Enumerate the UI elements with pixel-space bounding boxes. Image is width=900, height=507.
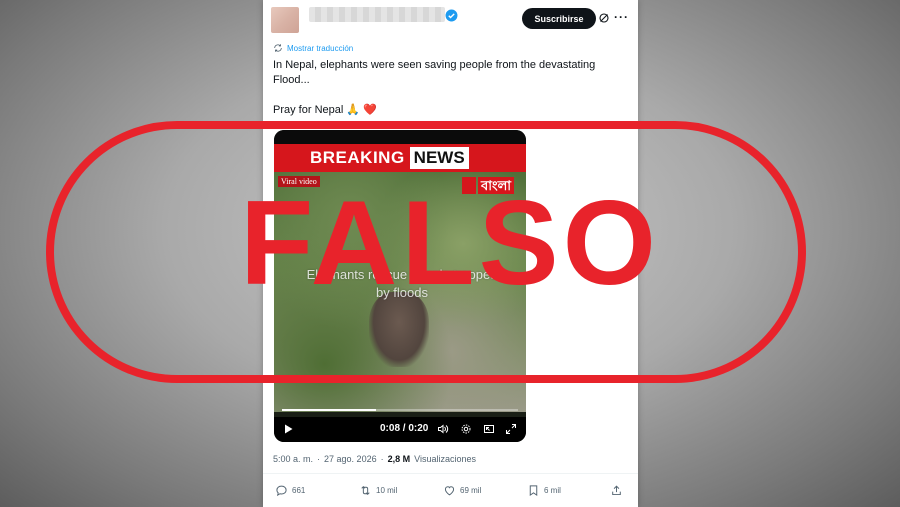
heart-icon (444, 486, 455, 496)
action-bar: 661 10 mil 69 mil 6 mil (263, 484, 638, 500)
tweet-text: In Nepal, elephants were seen saving peo… (273, 58, 625, 118)
reply-button[interactable]: 661 (275, 484, 305, 497)
verified-badge-icon (445, 9, 458, 22)
avatar[interactable] (271, 7, 299, 33)
tweet-line-1: In Nepal, elephants were seen saving peo… (273, 59, 596, 86)
share-button[interactable] (610, 484, 623, 497)
views-label: Visualizaciones (414, 454, 476, 464)
show-translation-link[interactable]: Mostrar traducción (273, 43, 353, 53)
repost-icon (361, 486, 370, 495)
subscribe-button[interactable]: Suscribirse (522, 8, 596, 29)
repost-count: 10 mil (376, 486, 398, 495)
tweet-date[interactable]: 27 ago. 2026 (324, 454, 377, 464)
volume-icon[interactable] (437, 423, 449, 435)
play-icon[interactable] (282, 423, 294, 435)
translate-icon (274, 44, 282, 52)
username-blurred[interactable] (309, 7, 445, 22)
repost-button[interactable]: 10 mil (359, 484, 397, 497)
grok-icon[interactable] (598, 12, 610, 24)
like-button[interactable]: 69 mil (443, 484, 481, 497)
settings-gear-icon[interactable] (460, 423, 472, 435)
bookmark-button[interactable]: 6 mil (527, 484, 561, 497)
views-count: 2,8 M (387, 454, 411, 464)
video-controls: 0:08 / 0:20 (274, 417, 526, 442)
meta-separator: · (317, 454, 321, 464)
meta-separator-2: · (380, 454, 384, 464)
more-options-icon[interactable]: ··· (614, 11, 628, 25)
divider (263, 473, 638, 474)
translate-label: Mostrar traducción (287, 43, 354, 53)
tweet-time[interactable]: 5:00 a. m. (273, 454, 313, 464)
tweet-line-2: Pray for Nepal 🙏 ❤️ (273, 104, 377, 116)
tweet-meta: 5:00 a. m. · 27 ago. 2026 · 2,8 M Visual… (273, 454, 476, 464)
progress-fill (282, 409, 377, 411)
reply-icon (276, 485, 287, 497)
like-count: 69 mil (460, 486, 482, 495)
picture-in-picture-icon[interactable] (483, 423, 495, 435)
reply-count: 661 (292, 486, 306, 495)
share-icon (612, 485, 621, 496)
video-time: 0:08 / 0:20 (380, 423, 429, 434)
fullscreen-icon[interactable] (505, 423, 517, 435)
bookmark-count: 6 mil (544, 486, 561, 495)
bookmark-icon (529, 485, 538, 497)
falso-stamp-label: FALSO (239, 176, 661, 310)
